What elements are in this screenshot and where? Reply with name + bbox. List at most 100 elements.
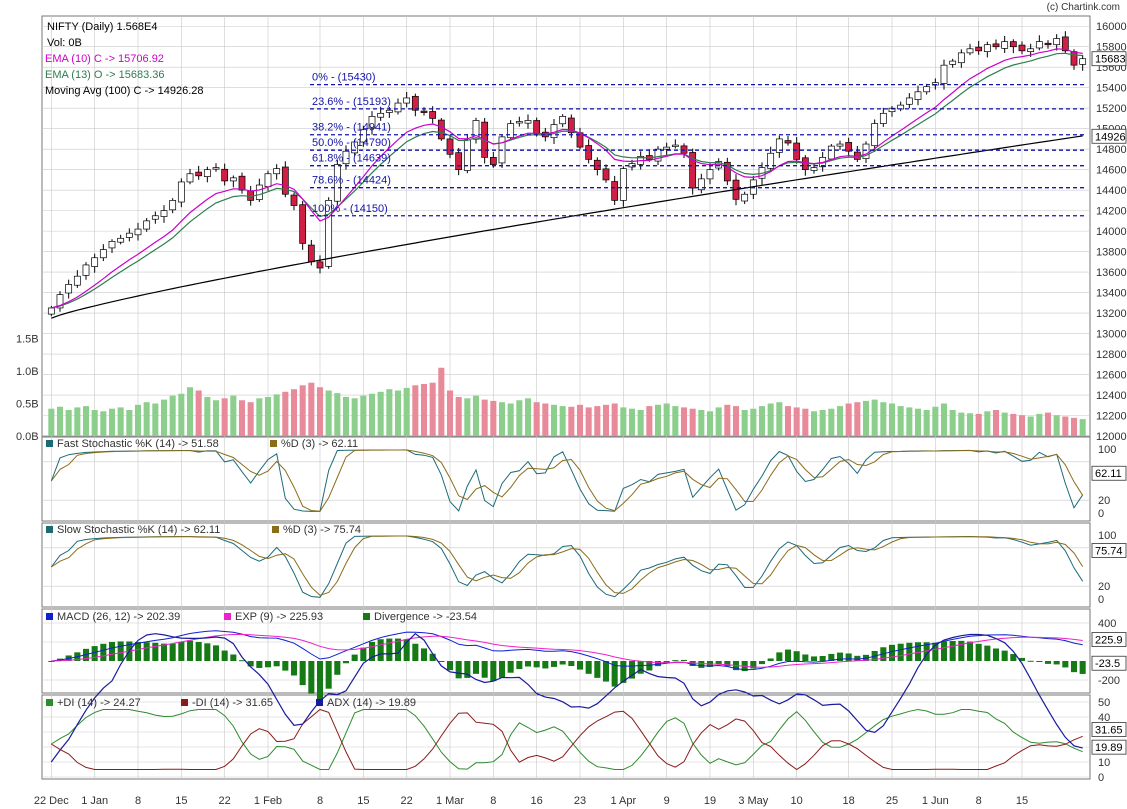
fib-label: 38.2% - (14941) [312, 122, 391, 134]
volume-bar [680, 407, 688, 436]
volume-bar [256, 398, 263, 436]
volume-bar [446, 390, 454, 436]
candle-body [65, 284, 73, 294]
macd-div-bar [178, 641, 185, 661]
candle-body [619, 168, 627, 201]
di-plus-line [51, 708, 1083, 770]
y-tick-label: 12200 [1096, 411, 1127, 423]
volume-bar [550, 404, 558, 436]
macd-div-bar [1001, 650, 1008, 661]
macd-div-bar [472, 661, 480, 674]
volume-bar [958, 412, 965, 436]
volume-bar [776, 402, 783, 436]
x-tick-label: 1 Jan [81, 795, 108, 807]
candle-body [905, 97, 913, 105]
fast-d-line [50, 449, 1084, 512]
volume-bar [646, 406, 653, 436]
y-tick-label: 12000 [1096, 431, 1127, 443]
volume-bar [48, 408, 55, 436]
macd-div-bar [585, 661, 592, 674]
volume-bar [316, 387, 324, 436]
volume-bar [273, 394, 280, 436]
volume-bar [966, 413, 974, 436]
legend-title: NIFTY (Daily) 1.568E4 [47, 21, 157, 33]
fib-label: 23.6% - (15193) [312, 96, 391, 108]
y-tick-label: 13000 [1096, 329, 1127, 341]
candle-body [82, 264, 90, 276]
candle-body [914, 91, 922, 100]
x-tick-label: 8 [317, 795, 323, 807]
candle-body [559, 116, 567, 125]
candle-body [446, 138, 454, 155]
macd-div-bar [420, 648, 428, 661]
volume-bar [784, 406, 792, 436]
macd-div-bar [793, 651, 800, 661]
volume-bar [108, 408, 116, 436]
candle-body [602, 168, 610, 181]
volume-bar [247, 402, 254, 436]
macd-div-bar [984, 645, 991, 661]
volume-bar [82, 406, 90, 436]
volume-bar [810, 411, 818, 436]
candle-body [229, 177, 237, 182]
volume-tick-label: 1.0B [16, 366, 39, 378]
candle-body [299, 204, 307, 244]
legend-ma100: Moving Avg (100) C -> 14926.28 [45, 85, 203, 97]
macd-div-bar [299, 661, 306, 686]
copyright: (c) Chartink.com [1047, 2, 1120, 13]
macd-div-bar [802, 654, 809, 661]
macd-div-bar [1044, 661, 1052, 664]
candle-body [125, 232, 133, 238]
volume-bar [706, 411, 714, 436]
macd-div-bar [897, 643, 904, 661]
volume-bar [377, 391, 384, 436]
macd-div-bar [160, 643, 168, 661]
x-tick-label: 15 [357, 795, 369, 807]
candle-body [403, 97, 411, 104]
candle-body [151, 215, 159, 220]
stoch-tag-label: 75.74 [1095, 546, 1123, 558]
volume-bar [871, 399, 878, 436]
volume-bar [594, 406, 601, 436]
fast-stoch-legend: Fast Stochastic %K (14) -> 51.58 %D (3) … [46, 438, 358, 450]
slow-d-label: %D (3) -> 75.74 [283, 524, 361, 536]
fib-label: 50.0% - (14790) [312, 137, 391, 149]
y-tick-label: 12600 [1096, 370, 1127, 382]
volume-bar [984, 411, 991, 436]
volume-tick-label: 1.5B [16, 334, 39, 346]
volume-bar [264, 397, 272, 436]
y-tick-label: 14200 [1096, 206, 1127, 218]
macd-tag-label: -23.5 [1095, 658, 1120, 670]
candle-body [195, 171, 203, 177]
macd-div-bar [524, 661, 532, 667]
macd-div-bar [637, 661, 644, 674]
macd-div-bar [698, 661, 705, 668]
macd-div-bar [819, 655, 826, 661]
y-tick-label: 13800 [1096, 247, 1127, 259]
candle-body [923, 86, 931, 93]
volume-bar [637, 410, 644, 436]
volume-bar [1044, 412, 1052, 436]
volume-bar [1036, 413, 1043, 436]
macd-div-bar [680, 659, 688, 661]
volume-bar [394, 390, 402, 436]
candle-body [1035, 41, 1043, 49]
macd-div-bar [888, 644, 896, 661]
candle-body [983, 44, 991, 52]
y-tick-label: 13400 [1096, 288, 1127, 300]
volume-bar [472, 395, 480, 436]
volume-bar [438, 367, 445, 436]
candle-body [671, 144, 679, 147]
volume-bar [897, 406, 904, 436]
candle-body [940, 64, 948, 84]
candle-body [273, 168, 281, 175]
volume-bar [299, 385, 306, 436]
macd-div-bar [975, 643, 982, 661]
volume-bar [230, 395, 237, 436]
macd-div-bar [672, 660, 679, 662]
volume-bar [672, 406, 679, 436]
fib-label: 100% - (14150) [312, 203, 388, 215]
y-tick-label: 12800 [1096, 349, 1127, 361]
volume-bar [169, 395, 176, 436]
y-tick-label: 14000 [1096, 226, 1127, 238]
